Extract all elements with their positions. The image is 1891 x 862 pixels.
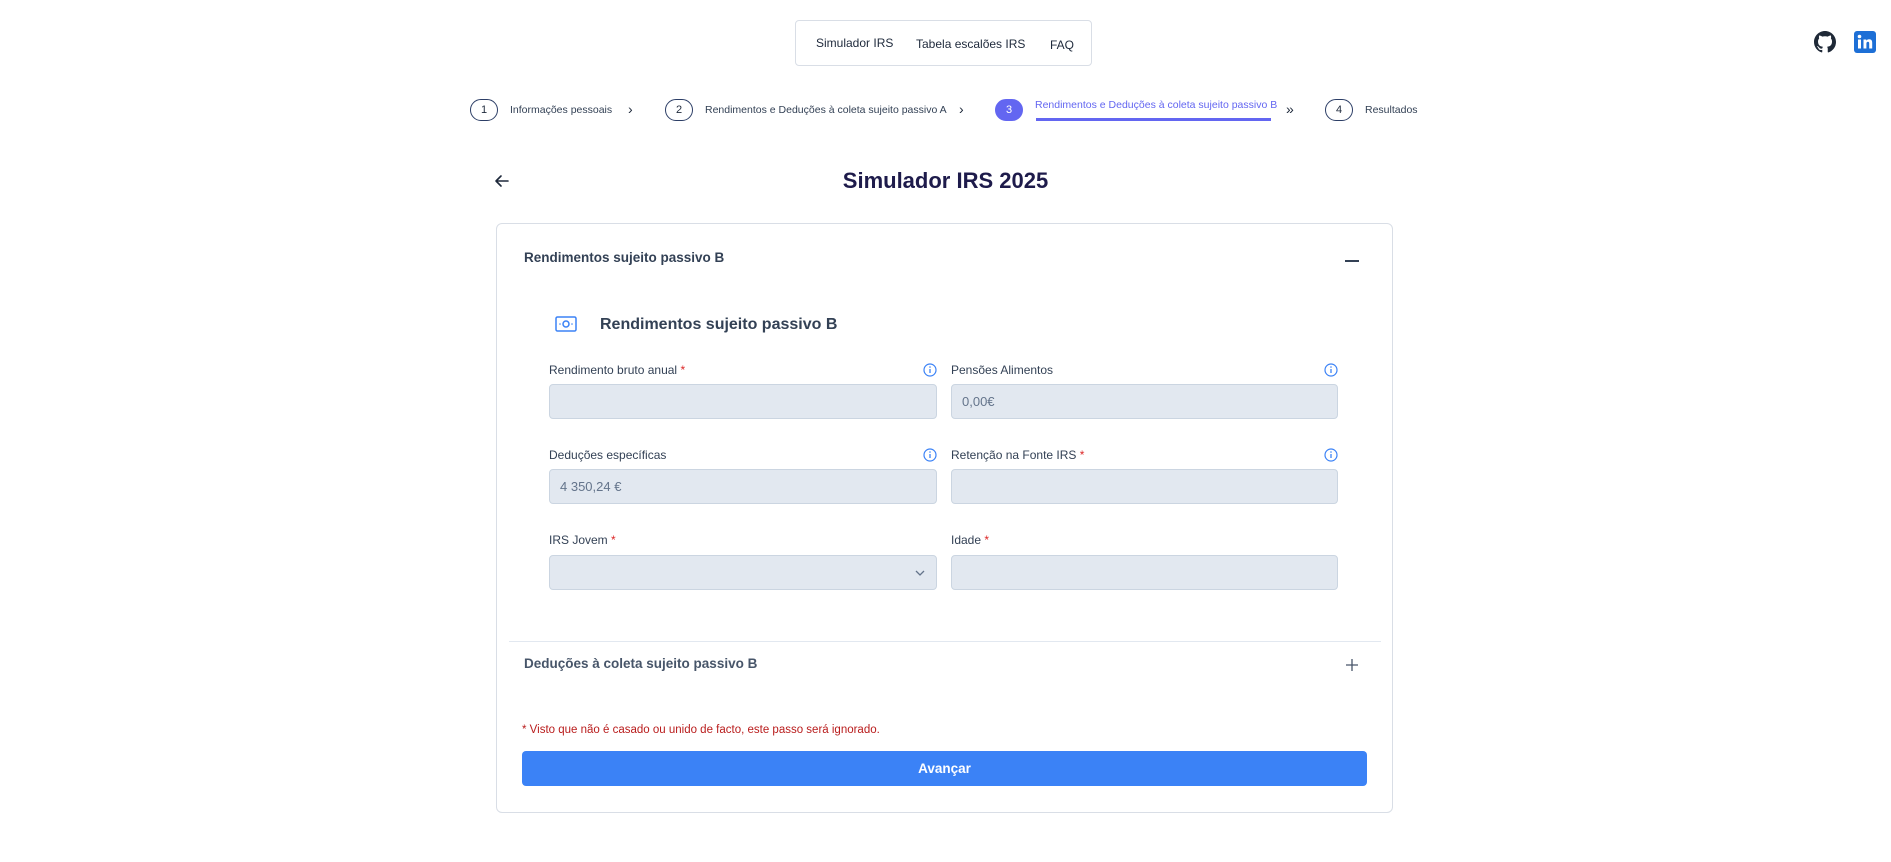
expand-plus-icon[interactable] — [1345, 658, 1359, 672]
page-title: Simulador IRS 2025 — [842, 168, 1049, 193]
info-note: * Visto que não é casado ou unido de fac… — [522, 724, 880, 736]
next-button[interactable]: Avançar — [522, 751, 1367, 786]
gross-income-label: Rendimento bruto anual * — [549, 363, 686, 377]
info-icon[interactable] — [1324, 448, 1338, 462]
step-label: Informações pessoais — [510, 104, 613, 116]
double-chevron-right-icon: » — [1286, 101, 1294, 117]
chevron-right-icon: › — [959, 101, 964, 117]
nav-simulador-irs[interactable]: Simulador IRS — [816, 36, 893, 50]
top-navigation: Simulador IRS Tabela escalões IRS FAQ — [795, 20, 1092, 66]
step-rendimentos-sujeito-a[interactable]: 2 Rendimentos e Deduções à coleta sujeit… — [665, 98, 947, 122]
divider — [509, 641, 1381, 642]
step-label: Rendimentos e Deduções à coleta sujeito … — [705, 104, 947, 116]
form-card: Rendimentos sujeito passivo B Rendimento… — [496, 223, 1393, 813]
info-icon[interactable] — [1324, 363, 1338, 377]
money-icon — [555, 316, 577, 332]
step-informacoes-pessoais[interactable]: 1 Informações pessoais — [470, 98, 612, 122]
specific-deductions-label: Deduções específicas — [549, 448, 667, 462]
step-number: 4 — [1325, 99, 1353, 121]
withholding-label: Retenção na Fonte IRS * — [951, 448, 1085, 462]
active-step-indicator — [1036, 118, 1271, 121]
age-input[interactable] — [951, 555, 1338, 590]
section-title: Rendimentos sujeito passivo B — [600, 316, 838, 333]
accordion-header-deducoes[interactable]: Deduções à coleta sujeito passivo B — [524, 656, 757, 671]
irs-jovem-select[interactable] — [549, 555, 937, 590]
collapse-icon[interactable] — [1345, 260, 1359, 262]
step-number: 1 — [470, 99, 498, 121]
chevron-right-icon: › — [628, 101, 633, 117]
specific-deductions-input[interactable] — [549, 469, 937, 504]
step-number: 2 — [665, 99, 693, 121]
age-label: Idade * — [951, 533, 990, 547]
alimony-label: Pensões Alimentos — [951, 363, 1054, 377]
withholding-input[interactable] — [951, 469, 1338, 504]
irs-jovem-label: IRS Jovem * — [549, 533, 616, 547]
info-icon[interactable] — [923, 448, 937, 462]
chevron-down-icon — [915, 570, 925, 576]
alimony-input[interactable] — [951, 384, 1338, 419]
step-resultados[interactable]: 4 Resultados — [1325, 98, 1418, 122]
step-label: Rendimentos e Deduções à coleta sujeito … — [1035, 99, 1278, 111]
info-icon[interactable] — [923, 363, 937, 377]
nav-faq[interactable]: FAQ — [1050, 38, 1074, 52]
accordion-header-rendimentos[interactable]: Rendimentos sujeito passivo B — [524, 250, 724, 265]
nav-tabela-escaloes[interactable]: Tabela escalões IRS — [916, 37, 1025, 51]
gross-income-input[interactable] — [549, 384, 937, 419]
step-label: Resultados — [1365, 104, 1418, 116]
linkedin-icon[interactable] — [1854, 31, 1876, 53]
step-number: 3 — [995, 99, 1023, 121]
github-icon[interactable] — [1814, 31, 1836, 53]
